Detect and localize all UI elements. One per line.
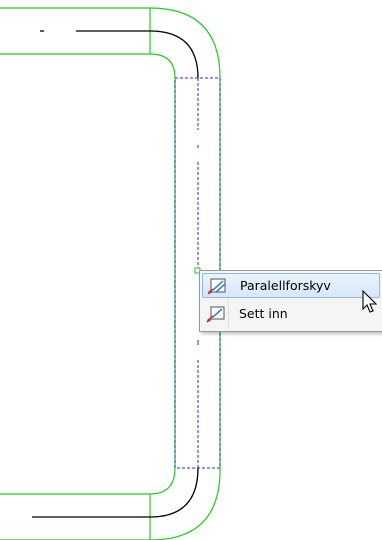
menu-item-paralellforskyv[interactable]: Paralellforskyv xyxy=(202,273,380,298)
menu-item-sett-inn[interactable]: Sett inn xyxy=(202,301,380,326)
wall-top-inner xyxy=(0,53,176,495)
parallel-shift-icon xyxy=(207,278,226,295)
context-menu: Paralellforskyv Sett inn xyxy=(199,270,382,332)
center-line xyxy=(32,30,199,518)
menu-item-label: Paralellforskyv xyxy=(240,278,331,293)
menu-item-label: Sett inn xyxy=(239,306,288,321)
wall-outline xyxy=(0,7,221,540)
wall-top-outer xyxy=(0,7,221,540)
insert-icon xyxy=(206,306,225,323)
mouse-pointer-icon xyxy=(362,290,378,313)
